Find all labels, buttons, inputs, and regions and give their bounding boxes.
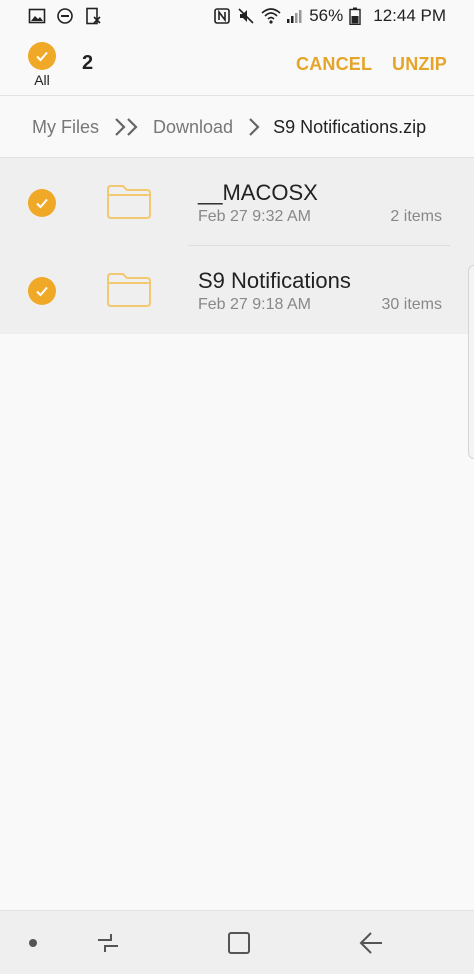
folder-icon xyxy=(106,272,152,313)
scrollbar[interactable] xyxy=(468,265,474,459)
checked-icon[interactable] xyxy=(28,277,56,305)
mute-icon xyxy=(237,7,255,25)
chevron-right-icon xyxy=(247,116,261,138)
signal-icon xyxy=(285,7,303,25)
breadcrumb-download[interactable]: Download xyxy=(153,117,233,138)
back-icon[interactable] xyxy=(358,931,384,960)
do-not-disturb-icon xyxy=(56,7,74,25)
battery-percent: 56% xyxy=(309,6,344,25)
status-right: 56% 12:44 PM xyxy=(213,6,446,26)
battery-icon xyxy=(349,7,367,26)
file-name: __MACOSX xyxy=(198,180,318,205)
screen: 56% 12:44 PM All 2 CANCEL UNZIP My Files… xyxy=(0,0,474,974)
breadcrumb-current[interactable]: S9 Notifications.zip xyxy=(273,117,426,138)
list-item[interactable]: __MACOSX Feb 27 9:32 AM 2 items xyxy=(0,158,474,246)
breadcrumb-my-files[interactable]: My Files xyxy=(32,117,99,138)
status-bar: 56% 12:44 PM xyxy=(0,0,474,32)
breadcrumb: My Files Download S9 Notifications.zip xyxy=(0,97,474,157)
file-item-count: 30 items xyxy=(381,296,442,313)
select-all-checkbox[interactable]: All xyxy=(27,42,57,88)
navigation-bar xyxy=(0,910,474,974)
action-bar: All 2 CANCEL UNZIP xyxy=(0,32,474,96)
check-icon xyxy=(28,42,56,70)
status-left xyxy=(28,7,102,25)
action-bar-divider xyxy=(0,95,474,96)
file-list: __MACOSX Feb 27 9:32 AM 2 items S9 Notif… xyxy=(0,158,474,334)
file-date: Feb 27 9:32 AM xyxy=(198,208,311,225)
file-date: Feb 27 9:18 AM xyxy=(198,296,311,313)
recents-icon[interactable] xyxy=(94,929,122,962)
select-all-label: All xyxy=(34,72,50,88)
file-name: S9 Notifications xyxy=(198,268,351,293)
home-icon[interactable] xyxy=(227,931,251,960)
nav-dot-icon xyxy=(29,939,37,947)
folder-icon xyxy=(106,184,152,225)
selected-count: 2 xyxy=(82,52,94,74)
gallery-icon xyxy=(28,7,46,25)
unzip-button[interactable]: UNZIP xyxy=(392,54,447,75)
nfc-icon xyxy=(213,7,231,25)
double-chevron-right-icon xyxy=(113,116,141,138)
cancel-button[interactable]: CANCEL xyxy=(296,54,372,75)
file-item-count: 2 items xyxy=(390,208,442,225)
clock: 12:44 PM xyxy=(373,6,446,25)
checked-icon[interactable] xyxy=(28,189,56,217)
list-item[interactable]: S9 Notifications Feb 27 9:18 AM 30 items xyxy=(0,246,474,334)
screenshot-icon xyxy=(84,7,102,25)
wifi-icon xyxy=(261,7,281,25)
